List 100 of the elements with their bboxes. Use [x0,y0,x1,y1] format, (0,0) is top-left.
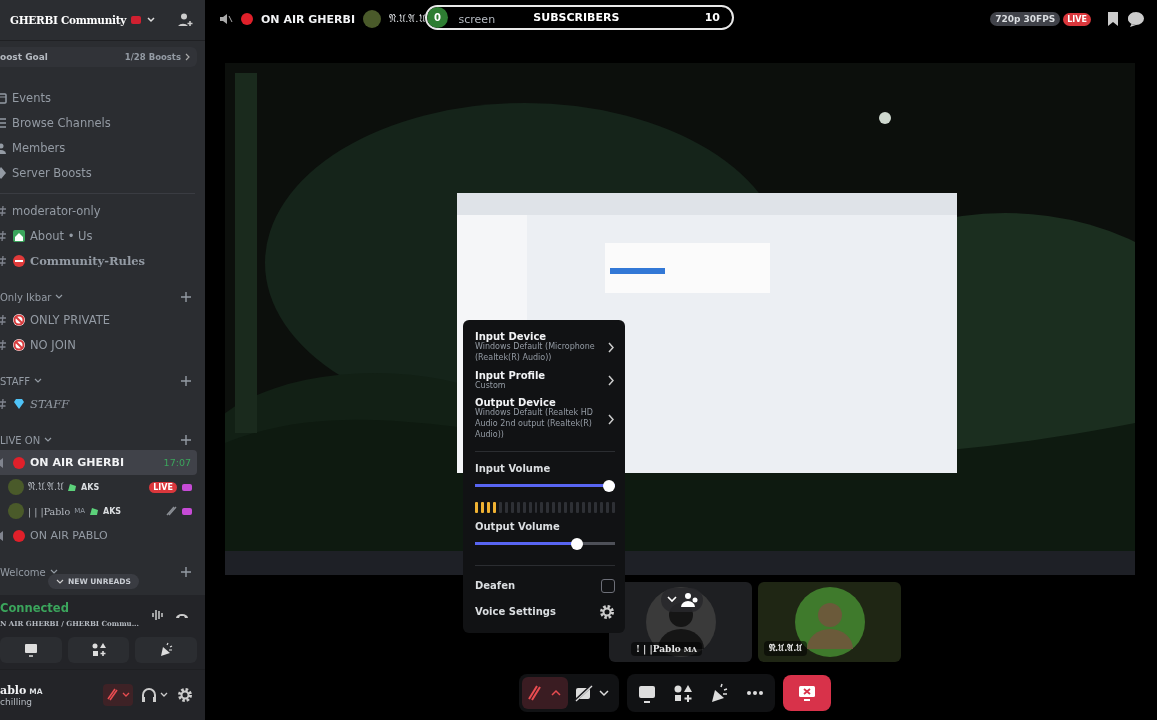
add-member-icon[interactable] [177,12,193,28]
channel-item[interactable]: About • Us [0,223,197,248]
ban-icon [12,312,26,327]
menu-item[interactable]: Input Profile Custom [475,366,615,395]
collapse-icon[interactable] [664,591,699,609]
checkbox-label: Deafen [475,580,516,592]
clan-icon [67,482,78,492]
chevron-right-icon [185,53,191,61]
channel-name: STAFF [30,396,70,411]
channel-name: ONLY PRIVATE [30,312,110,327]
house-icon [12,228,26,243]
plus-icon[interactable] [181,435,191,445]
settings-icon[interactable] [599,603,615,620]
chevron-right-icon [608,413,615,425]
ban-icon [12,337,26,352]
channel-item[interactable]: NO JOIN [0,332,197,357]
subscriber-goal: 10 [704,11,720,24]
headphones-icon[interactable] [141,687,169,703]
menu-item[interactable]: Input Device Windows Default (Microphone (Realtek(R) Audio)) [475,328,615,367]
category-name[interactable]: LIVE ON [0,434,41,446]
category-name[interactable]: Only Ikbar [0,291,52,303]
stream-label: screen [458,12,496,26]
nav-item[interactable]: Members [0,135,195,160]
soundboard-icon[interactable] [158,642,175,658]
boost-goal-bar[interactable]: oost Goal 1/28 Boosts [0,47,197,67]
clan-tag: AKS [81,482,100,492]
participant-name: ! | |Pablo [636,644,681,654]
channel-name: Community-Rules [30,253,146,268]
menu-item-title: Input Device [475,331,547,342]
channel-item[interactable]: STAFF [0,391,197,416]
activities-icon[interactable] [90,642,107,658]
nav-item[interactable]: Server Boosts [0,160,195,185]
menu-item[interactable]: Output Device Windows Default (Realtek HD Audio 2nd output (Realtek(R) Audio)) [475,394,615,444]
server-name[interactable]: GHERBI Community [10,14,127,26]
channel-title: ON AIR GHERBI [261,12,355,26]
noise-suppression-icon[interactable] [151,608,165,622]
chat-icon[interactable] [1127,11,1145,27]
menu-item-value: Custom [475,380,507,392]
settings-icon[interactable] [177,687,193,703]
chevron-right-icon [608,341,615,353]
slider-label: Input Volume [475,462,552,474]
record-dot-icon [241,13,253,25]
voice-user[interactable]: 𝔑.𝔘.𝔄.𝔘 AKS LIVE [8,475,193,499]
camera-off-icon[interactable] [574,682,612,704]
avatar-icon [8,503,24,519]
chevron-down-icon [55,293,64,301]
bookmark-icon[interactable] [1107,12,1119,26]
nav-label: Members [12,140,66,155]
end-stream-button[interactable] [783,675,831,711]
deafen-checkbox[interactable] [601,578,615,593]
channel-item[interactable]: Community-Rules [0,248,197,273]
menu-item-title: Output Device [475,397,556,409]
voice-channel[interactable]: ON AIR PABLO [0,523,197,548]
plus-icon[interactable] [181,292,191,302]
activities-icon[interactable] [673,683,693,703]
participant-name: 𝔑.𝔘.𝔄.𝔘 [769,643,803,654]
chevron-down-icon[interactable] [146,15,157,25]
nav-item[interactable]: Browse Channels [0,110,195,135]
live-badge: LIVE [1063,12,1091,26]
boost-goal-label: oost Goal [0,52,49,62]
screen-share-icon[interactable] [637,683,657,703]
slider-label: Output Volume [475,520,561,532]
subscriber-title: SUBSCRIBERS [533,11,620,24]
nav-label: Browse Channels [12,115,111,130]
channel-name: ON AIR GHERBI [30,456,124,469]
plus-icon[interactable] [181,376,191,386]
call-time: 17:07 [163,457,191,468]
gem-icon [12,396,26,411]
record-dot-icon [12,528,26,543]
menu-item-value: Windows Default (Microphone (Realtek(R) Audio)) [475,342,596,364]
channel-item[interactable]: ONLY PRIVATE [0,307,197,332]
menu-item-title: Input Profile [475,369,547,381]
activity-icon [181,482,193,492]
screen-share-icon[interactable] [22,642,39,658]
streamer-name: 𝔑.𝔘.𝔄.𝔘 [389,13,425,25]
user-name: ablo [0,683,27,697]
activity-icon [181,506,193,516]
nav-label: Server Boosts [12,165,92,180]
participant-tile[interactable]: 𝔑.𝔘.𝔄.𝔘 [758,582,901,662]
channel-name: About • Us [30,228,93,243]
soundboard-icon[interactable] [709,683,729,703]
clan-tag: AKS [102,506,122,516]
quality-badge: 720p 30FPS [990,12,1061,26]
boost-count: 1/28 Boosts [124,52,181,62]
speaker-icon [219,12,233,26]
record-dot-icon [12,455,26,470]
channel-item[interactable]: moderator-only [0,198,197,223]
category-name[interactable]: STAFF [0,375,31,387]
live-badge: LIVE [149,481,177,493]
chevron-right-icon [608,375,615,386]
stop-icon [12,253,26,268]
plus-icon[interactable] [181,567,191,577]
voice-settings-link[interactable]: Voice Settings [475,606,556,618]
channel-name: moderator-only [12,203,101,218]
user-name: | | |Pablo [28,505,71,517]
voice-channel[interactable]: ON AIR GHERBI 17:07 [0,450,197,475]
nav-item[interactable]: Events [0,85,195,110]
avatar-icon [8,479,24,495]
category-name[interactable]: Welcome [0,566,46,578]
muted-mic-icon[interactable] [105,687,131,703]
